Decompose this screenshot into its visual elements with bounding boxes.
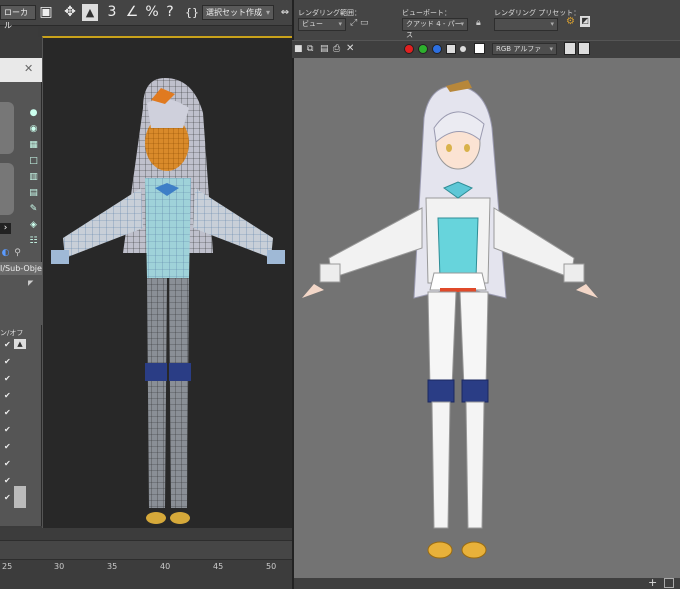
backlight-icon[interactable]: ◉ xyxy=(28,124,39,135)
checkbox-checked[interactable]: ✔ xyxy=(4,425,14,435)
rendered-character xyxy=(294,58,680,578)
percent-snap-icon[interactable]: % xyxy=(144,4,160,21)
display-channel-dropdown[interactable]: RGB アルファ ▾ xyxy=(492,43,557,55)
named-selection-icon[interactable]: {} xyxy=(184,4,200,21)
timeline-tick: 45 xyxy=(213,562,224,571)
clear-icon[interactable]: ✕ xyxy=(346,43,354,54)
chevron-down-icon: ▾ xyxy=(265,8,270,17)
selection-set-dropdown[interactable]: 選択セット作成 ▾ xyxy=(202,5,274,20)
save-image-icon[interactable]: ■ xyxy=(294,44,303,54)
reference-coord-dropdown[interactable]: ローカル xyxy=(0,5,36,30)
app-root: ローカル ▣ ✥ ▲ 3 ∠ % ? {} 選択セット作成 ▾ ⇔ ● ◉ ▦ … xyxy=(0,0,680,589)
chevron-down-icon: ▾ xyxy=(338,20,342,28)
chevron-down-icon: ▾ xyxy=(460,20,464,28)
monochrome-icon[interactable] xyxy=(460,46,466,52)
viewport-dropdown[interactable]: クアッド 4 - パース ▾ xyxy=(402,18,468,39)
checkbox-checked[interactable]: ✔ xyxy=(4,357,14,367)
toggle-ui-overlay-icon[interactable] xyxy=(564,42,576,55)
angle-snap-icon[interactable]: ∠ xyxy=(124,4,140,21)
sub-object-button[interactable]: I/Sub-Object xyxy=(0,262,42,275)
green-channel-toggle[interactable] xyxy=(418,44,428,54)
render-area-value: ビュー xyxy=(302,20,323,28)
sub-object-label: I/Sub-Object xyxy=(0,264,42,273)
main-toolbar: ローカル ▣ ✥ ▲ 3 ∠ % ? {} 選択セット作成 ▾ ⇔ xyxy=(0,0,293,30)
reference-coord-value: ローカル xyxy=(4,8,28,30)
scroll-right-icon[interactable]: › xyxy=(0,223,11,234)
panel-header: ✕ xyxy=(0,58,42,82)
add-icon[interactable]: + xyxy=(648,576,657,589)
move-icon[interactable]: ✥ xyxy=(62,4,78,21)
scroll-thumb[interactable] xyxy=(14,486,26,508)
sphere-icon[interactable]: ● xyxy=(28,108,39,119)
checkbox-checked[interactable]: ✔ xyxy=(4,391,14,401)
spinner-snap-icon[interactable]: ? xyxy=(162,4,178,21)
preset-dropdown[interactable]: ▾ xyxy=(494,18,558,31)
background-icon[interactable]: ▦ xyxy=(28,140,39,151)
pivot-icon[interactable]: ▣ xyxy=(38,4,54,21)
checkbox-checked[interactable]: ✔ xyxy=(4,442,14,452)
onoff-column-header: ン/オフ xyxy=(0,329,24,337)
render-setup-icon[interactable]: ⚙ xyxy=(566,16,575,27)
wireframe-character xyxy=(43,38,292,530)
display-channel-value: RGB アルファ xyxy=(496,45,542,53)
expand-icon[interactable]: ◤ xyxy=(28,279,33,287)
chevron-down-icon: ▾ xyxy=(550,20,554,28)
close-icon[interactable]: ✕ xyxy=(24,62,33,75)
red-channel-toggle[interactable] xyxy=(404,44,414,54)
timeline-tick: 40 xyxy=(160,562,171,571)
timeline-tick: 50 xyxy=(266,562,277,571)
checkbox-checked[interactable]: ✔ xyxy=(4,340,14,350)
render-canvas xyxy=(294,58,680,578)
timeline-tick: 35 xyxy=(107,562,118,571)
render-area-dropdown[interactable]: ビュー ▾ xyxy=(298,18,346,31)
render-area-label: レンダリング範囲： xyxy=(298,9,361,17)
auto-region-icon[interactable]: ▭ xyxy=(360,18,369,28)
swatch-icon[interactable] xyxy=(474,43,485,54)
manipulate-icon[interactable]: ▲ xyxy=(82,4,98,21)
copy-image-icon[interactable]: ⧉ xyxy=(307,44,313,54)
timeline-tick: 30 xyxy=(54,562,65,571)
sample-uv-icon[interactable]: □ xyxy=(28,156,39,167)
material-preview-slot[interactable] xyxy=(0,163,14,215)
preview-icon[interactable]: ▤ xyxy=(28,188,39,199)
render-status-bar: + xyxy=(294,576,680,589)
material-nav-icon[interactable]: ☷ xyxy=(28,236,39,247)
checkbox-checked[interactable]: ✔ xyxy=(4,459,14,469)
timeline-tick: 25 xyxy=(2,562,13,571)
video-color-icon[interactable]: ▥ xyxy=(28,172,39,183)
checkbox-checked[interactable]: ✔ xyxy=(4,374,14,384)
render-window-toolbar: ■ ⧉ ▤ ⎙ ✕ xyxy=(292,40,680,58)
perspective-viewport[interactable] xyxy=(42,36,292,528)
scroll-up-icon[interactable]: ▲ xyxy=(14,339,26,349)
blue-channel-toggle[interactable] xyxy=(432,44,442,54)
rollout-area: ◤ xyxy=(0,275,42,325)
checkbox-checked[interactable]: ✔ xyxy=(4,493,14,503)
checkbox-checked[interactable]: ✔ xyxy=(4,476,14,486)
toggle-ui-icon[interactable] xyxy=(578,42,590,55)
clone-window-icon[interactable]: ▤ xyxy=(320,44,329,54)
pick-material-icon[interactable]: ◐ xyxy=(0,248,11,259)
alpha-channel-toggle[interactable] xyxy=(446,44,456,54)
environment-icon[interactable]: ◩ xyxy=(580,16,590,27)
viewport-label: ビューポート： xyxy=(402,9,451,17)
material-preview-slot[interactable] xyxy=(0,102,14,154)
zoom-icon[interactable]: ⚲ xyxy=(12,248,23,259)
selection-set-value: 選択セット作成 xyxy=(206,8,262,17)
viewport-value: クアッド 4 - パース xyxy=(406,20,462,39)
options-icon[interactable]: ✎ xyxy=(28,204,39,215)
lock-icon[interactable]: 🔒︎ xyxy=(476,18,481,28)
expand-panel-icon[interactable] xyxy=(664,578,674,588)
chevron-down-icon: ▾ xyxy=(549,45,553,53)
snap-3d-icon[interactable]: 3 xyxy=(104,4,120,21)
edit-region-icon[interactable]: ⤢ xyxy=(350,18,357,28)
timeline-track[interactable] xyxy=(0,540,292,560)
print-icon[interactable]: ⎙ xyxy=(333,44,340,54)
checkbox-checked[interactable]: ✔ xyxy=(4,408,14,418)
select-by-material-icon[interactable]: ◈ xyxy=(28,220,39,231)
mirror-icon[interactable]: ⇔ xyxy=(277,4,293,21)
